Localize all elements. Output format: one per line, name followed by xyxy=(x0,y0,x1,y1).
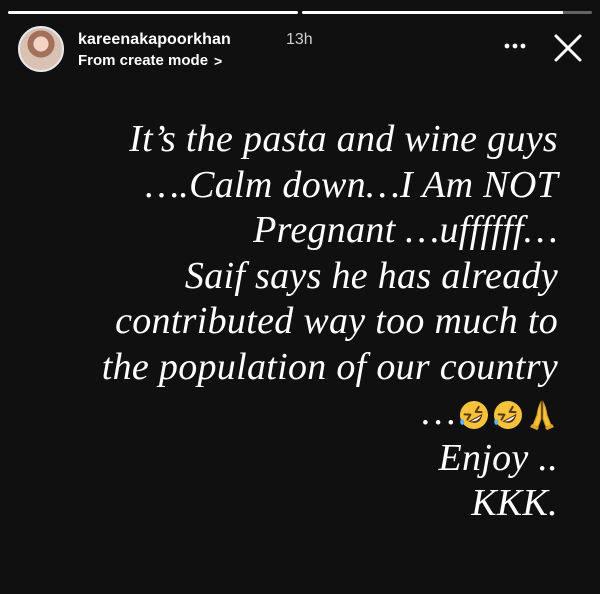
story-header: kareenakapoorkhan 13h From create mode > xyxy=(18,26,584,78)
create-mode-link[interactable]: From create mode > xyxy=(78,52,222,69)
story-progress-bar xyxy=(8,11,592,14)
story-text-line: ….Calm down…I Am NOT xyxy=(145,163,558,206)
rolling-on-floor-laughing-icon xyxy=(492,397,524,429)
story-text-line: Saif says he has already xyxy=(184,254,558,297)
username[interactable]: kareenakapoorkhan xyxy=(78,31,231,49)
story-text-line: It’s the pasta and wine guys xyxy=(129,118,558,160)
story-text-line: Enjoy .. xyxy=(438,436,558,479)
story-timestamp: 13h xyxy=(286,31,313,48)
chevron-right-icon: > xyxy=(214,52,223,69)
story-text-line: the population of our country xyxy=(101,345,558,388)
progress-segment xyxy=(8,11,298,14)
story-text-line: Pregnant …uffffff… xyxy=(253,209,558,251)
story-text-line: KKK. xyxy=(471,482,558,524)
more-options-icon[interactable] xyxy=(502,36,528,56)
close-icon[interactable] xyxy=(552,32,584,64)
rolling-on-floor-laughing-icon xyxy=(458,397,490,429)
story-text-line: … xyxy=(421,391,456,433)
progress-segment xyxy=(302,11,592,14)
folded-hands-icon xyxy=(526,397,558,430)
emoji-line: … xyxy=(38,390,558,436)
story-viewer[interactable]: kareenakapoorkhan 13h From create mode >… xyxy=(0,0,600,594)
avatar[interactable] xyxy=(18,26,64,72)
story-text-line: contributed way too much to xyxy=(115,300,558,342)
create-mode-label: From create mode xyxy=(78,52,209,69)
story-text: It’s the pasta and wine guys ….Calm down… xyxy=(38,117,558,527)
